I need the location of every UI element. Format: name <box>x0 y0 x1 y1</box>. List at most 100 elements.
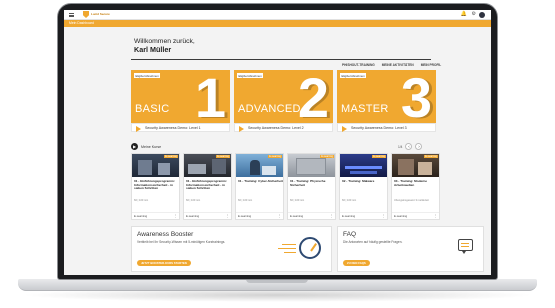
booster-title: Awareness Booster <box>137 231 194 238</box>
course-meta: 60 | 100 min <box>290 199 305 202</box>
course-tag: E-Learning <box>372 155 386 158</box>
courses-pager: 1/4 ‹ › <box>398 143 423 150</box>
play-icon <box>136 125 141 132</box>
course-footer: E-Learning ⋮ <box>236 212 283 219</box>
gauge-needle <box>310 243 317 252</box>
course-type: E-Learning <box>342 214 356 218</box>
course-tag: E-Learning <box>320 155 334 158</box>
more-icon[interactable]: ⋮ <box>278 214 282 218</box>
breadcrumb[interactable]: Mein Dashboard <box>69 21 94 25</box>
logo[interactable]: Lucid Secure <box>83 11 110 18</box>
level-footer-label: Security Awareness Demo: Level 3 <box>351 126 407 130</box>
faq-text: Die Antworten auf häufig gestellte Frage… <box>343 240 403 244</box>
shield-icon <box>83 11 89 18</box>
course-card[interactable]: E-Learning 03 - Training: Moderne Arbeit… <box>391 153 440 220</box>
course-tag: E-Learning <box>268 155 282 158</box>
course-title: 01 - Einführungsprogramm: Informationssi… <box>186 179 227 191</box>
course-meta: 60 | 100 min <box>238 199 253 202</box>
level-footer-label: Security Awareness Demo: Level 1 <box>145 126 201 130</box>
prev-button[interactable]: ‹ <box>405 143 413 150</box>
course-tag: E-Learning <box>164 155 178 158</box>
breadcrumb-bar: Mein Dashboard <box>64 20 491 27</box>
course-thumbnail: E-Learning <box>184 154 231 177</box>
quicklink-activities[interactable]: MEINE AKTIVITÄTEN <box>382 63 414 67</box>
level-card-basic[interactable]: Eligibel Abnehmen 1 BASIC Security Aware… <box>131 70 230 132</box>
booster-text: Verbleib bei Ihr Security-Wissen mit 5-m… <box>137 240 226 244</box>
play-icon <box>342 125 347 132</box>
awareness-booster-card: Awareness Booster Verbleib bei Ihr Secur… <box>131 226 332 272</box>
level-title: BASIC <box>135 103 170 115</box>
chat-lines <box>461 243 469 247</box>
speed-line <box>278 248 296 249</box>
level-footer[interactable]: Security Awareness Demo: Level 1 <box>131 123 230 132</box>
more-icon[interactable]: ⋮ <box>382 214 386 218</box>
level-footer[interactable]: Security Awareness Demo: Level 3 <box>337 123 436 132</box>
course-card[interactable]: E-Learning 01 - Einführungsprogramm: Inf… <box>131 153 180 220</box>
course-title: 02 - Training: Malware <box>342 179 375 183</box>
quicklink-phishing[interactable]: PHISHOUT-TRAINING <box>342 63 375 67</box>
booster-start-button[interactable]: JETZT BOOSTER-KURS STARTEN <box>137 260 191 266</box>
menu-icon[interactable] <box>69 13 74 17</box>
level-title: ADVANCED <box>238 103 301 115</box>
user-name: Karl Müller <box>134 45 172 54</box>
level-number: 1 <box>194 70 226 129</box>
course-meta: 60 | 100 min <box>186 199 201 202</box>
level-tag: Eligibel Abnehmen <box>134 73 161 78</box>
level-number: 3 <box>400 70 432 129</box>
play-icon <box>239 125 244 132</box>
course-type: E-Learning <box>238 214 252 218</box>
chat-bubble-icon <box>458 239 473 254</box>
level-footer[interactable]: Security Awareness Demo: Level 2 <box>234 123 333 132</box>
settings-icon[interactable]: ⚙ <box>472 12 476 17</box>
courses-header: ▶ Meine Kurse <box>131 143 161 150</box>
quicklinks: PHISHOUT-TRAINING MEINE AKTIVITÄTEN MEIN… <box>342 63 441 67</box>
faq-title: FAQ <box>343 231 357 238</box>
course-title: 01 - Einführungsprogramm: Informationssi… <box>134 179 175 191</box>
faq-button[interactable]: ZU DEN FAQS <box>343 260 370 266</box>
quicklink-profile[interactable]: MEIN PROFIL <box>421 63 442 67</box>
course-thumbnail: E-Learning <box>132 154 179 177</box>
course-thumbnail: E-Learning <box>288 154 335 177</box>
course-footer: E-Learning ⋮ <box>132 212 179 219</box>
more-icon[interactable]: ⋮ <box>434 214 438 218</box>
course-thumbnail: E-Learning <box>340 154 387 177</box>
course-type: E-Learning <box>186 214 200 218</box>
course-footer: E-Learning ⋮ <box>288 212 335 219</box>
speed-line <box>284 252 296 253</box>
course-card[interactable]: E-Learning 01 - Einführungsprogramm: Inf… <box>183 153 232 220</box>
pager-text: 1/4 <box>398 144 403 149</box>
level-card-advanced[interactable]: Eligibel Abnehmen 2 ADVANCED Security Aw… <box>234 70 333 132</box>
course-title: 01 - Training: Physische Sicherheit <box>290 179 326 187</box>
top-bar: Lucid Secure 🔔 ⚙ <box>64 10 491 20</box>
course-type: E-Learning <box>394 214 408 218</box>
course-footer: E-Learning ⋮ <box>340 212 387 219</box>
level-tag: Eligibel Abnehmen <box>340 73 367 78</box>
avatar[interactable] <box>479 12 485 18</box>
level-card-master[interactable]: Eligibel Abnehmen 3 MASTER Security Awar… <box>337 70 436 132</box>
welcome-block: Willkommen zurück, Karl Müller <box>134 38 195 54</box>
course-meta: 60 | 100 min <box>134 199 149 202</box>
course-thumbnail: E-Learning <box>236 154 283 177</box>
level-footer-label: Security Awareness Demo: Level 2 <box>248 126 304 130</box>
course-card[interactable]: E-Learning 01 - Training: Cyber-Sicherhe… <box>235 153 284 220</box>
next-button[interactable]: › <box>415 143 423 150</box>
speedometer-icon <box>299 237 321 259</box>
course-footer: E-Learning ⋮ <box>184 212 231 219</box>
more-icon[interactable]: ⋮ <box>174 214 178 218</box>
course-card[interactable]: E-Learning 02 - Training: Malware 60 | 1… <box>339 153 388 220</box>
bell-icon[interactable]: 🔔 <box>461 12 467 17</box>
speed-line <box>282 244 296 245</box>
course-footer: E-Learning ⋮ <box>392 212 439 219</box>
course-tag: E-Learning <box>424 155 438 158</box>
course-card[interactable]: E-Learning 01 - Training: Physische Sich… <box>287 153 336 220</box>
more-icon[interactable]: ⋮ <box>226 214 230 218</box>
course-tag: E-Learning <box>216 155 230 158</box>
level-tag: Eligibel Abnehmen <box>237 73 264 78</box>
courses-icon: ▶ <box>131 143 138 150</box>
course-thumbnail: E-Learning <box>392 154 439 177</box>
course-type: E-Learning <box>134 214 148 218</box>
course-title: 01 - Training: Cyber-Sicherheit <box>238 179 283 183</box>
course-type: E-Learning <box>290 214 304 218</box>
more-icon[interactable]: ⋮ <box>330 214 334 218</box>
level-title: MASTER <box>341 103 389 115</box>
